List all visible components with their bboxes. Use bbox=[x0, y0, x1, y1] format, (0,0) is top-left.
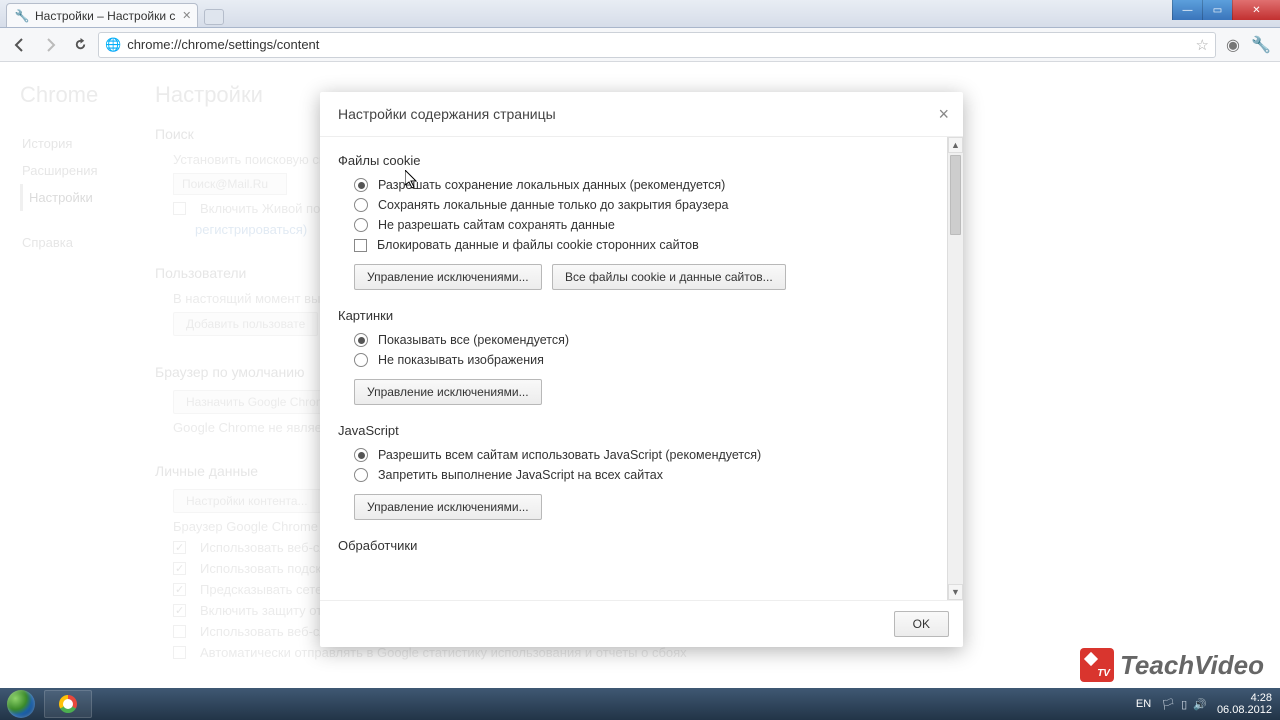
js-heading: JavaScript bbox=[338, 423, 945, 438]
language-indicator[interactable]: EN bbox=[1136, 698, 1151, 710]
radio-icon bbox=[354, 178, 368, 192]
taskbar-chrome[interactable] bbox=[44, 690, 92, 718]
network-icon: ▯ bbox=[1181, 698, 1187, 711]
time-text: 4:28 bbox=[1217, 692, 1272, 704]
radio-icon bbox=[354, 353, 368, 367]
bookmark-star-icon[interactable]: ☆ bbox=[1196, 36, 1209, 54]
back-button[interactable] bbox=[8, 33, 32, 57]
chrome-icon bbox=[59, 695, 77, 713]
scroll-up-icon[interactable]: ▲ bbox=[948, 137, 963, 153]
clock[interactable]: 4:28 06.08.2012 bbox=[1217, 692, 1272, 716]
dialog-header: Настройки содержания страницы × bbox=[320, 92, 963, 136]
ok-button[interactable]: OK bbox=[894, 611, 949, 637]
tab-close-icon[interactable]: ✕ bbox=[182, 9, 191, 22]
dialog-body: Файлы cookie Разрешать сохранение локаль… bbox=[320, 136, 963, 601]
start-button[interactable] bbox=[0, 688, 42, 720]
images-show-radio[interactable]: Показывать все (рекомендуется) bbox=[354, 333, 945, 347]
scroll-track[interactable] bbox=[948, 153, 963, 584]
tab-title: Настройки – Настройки с bbox=[35, 9, 175, 23]
javascript-section: JavaScript Разрешить всем сайтам использ… bbox=[338, 423, 945, 520]
content-settings-dialog: Настройки содержания страницы × Файлы co… bbox=[320, 92, 963, 647]
cookies-session-radio[interactable]: Сохранять локальные данные только до зак… bbox=[354, 198, 945, 212]
block-third-party-checkbox[interactable]: Блокировать данные и файлы cookie сторон… bbox=[354, 238, 945, 252]
cookies-heading: Файлы cookie bbox=[338, 153, 945, 168]
teachvideo-watermark: TeachVideo bbox=[1080, 648, 1264, 682]
window-titlebar: 🔧 Настройки – Настройки с ✕ — ▭ ✕ bbox=[0, 0, 1280, 28]
handlers-heading: Обработчики bbox=[338, 538, 945, 553]
windows-logo-icon bbox=[7, 690, 35, 718]
dialog-close-button[interactable]: × bbox=[938, 104, 949, 125]
window-close-button[interactable]: ✕ bbox=[1232, 0, 1280, 20]
volume-icon: 🔊 bbox=[1193, 698, 1207, 711]
cookies-section: Файлы cookie Разрешать сохранение локаль… bbox=[338, 153, 945, 290]
minimize-button[interactable]: — bbox=[1172, 0, 1202, 20]
reload-icon bbox=[73, 37, 88, 52]
arrow-left-icon bbox=[12, 37, 28, 53]
globe-icon: 🌐 bbox=[105, 37, 121, 53]
cookies-exceptions-button[interactable]: Управление исключениями... bbox=[354, 264, 542, 290]
scroll-thumb[interactable] bbox=[950, 155, 961, 235]
images-hide-radio[interactable]: Не показывать изображения bbox=[354, 353, 945, 367]
forward-button[interactable] bbox=[38, 33, 62, 57]
teachvideo-logo-icon bbox=[1080, 648, 1114, 682]
browser-toolbar: 🌐 chrome://chrome/settings/content ☆ ◉ 🔧 bbox=[0, 28, 1280, 62]
arrow-right-icon bbox=[42, 37, 58, 53]
js-exceptions-button[interactable]: Управление исключениями... bbox=[354, 494, 542, 520]
cookies-block-radio[interactable]: Не разрешать сайтам сохранять данные bbox=[354, 218, 945, 232]
js-block-radio[interactable]: Запретить выполнение JavaScript на всех … bbox=[354, 468, 945, 482]
reload-button[interactable] bbox=[68, 33, 92, 57]
all-cookies-button[interactable]: Все файлы cookie и данные сайтов... bbox=[552, 264, 786, 290]
dialog-footer: OK bbox=[320, 601, 963, 647]
radio-icon bbox=[354, 468, 368, 482]
wrench-menu-icon[interactable]: 🔧 bbox=[1250, 34, 1272, 56]
flag-icon: 🏳 bbox=[1161, 698, 1175, 711]
handlers-section: Обработчики bbox=[338, 538, 945, 553]
dialog-scrollbar[interactable]: ▲ ▼ bbox=[947, 137, 963, 600]
system-tray: EN 🏳 ▯ 🔊 4:28 06.08.2012 bbox=[1136, 692, 1280, 716]
js-allow-radio[interactable]: Разрешить всем сайтам использовать JavaS… bbox=[354, 448, 945, 462]
images-exceptions-button[interactable]: Управление исключениями... bbox=[354, 379, 542, 405]
window-controls: — ▭ ✕ bbox=[1172, 0, 1280, 20]
images-section: Картинки Показывать все (рекомендуется) … bbox=[338, 308, 945, 405]
watermark-text: TeachVideo bbox=[1120, 650, 1264, 681]
dialog-title: Настройки содержания страницы bbox=[338, 106, 556, 122]
radio-icon bbox=[354, 218, 368, 232]
windows-taskbar: EN 🏳 ▯ 🔊 4:28 06.08.2012 bbox=[0, 688, 1280, 720]
scroll-down-icon[interactable]: ▼ bbox=[948, 584, 963, 600]
tray-icons[interactable]: 🏳 ▯ 🔊 bbox=[1161, 698, 1207, 711]
new-tab-button[interactable] bbox=[204, 9, 224, 25]
radio-icon bbox=[354, 333, 368, 347]
date-text: 06.08.2012 bbox=[1217, 704, 1272, 716]
maximize-button[interactable]: ▭ bbox=[1202, 0, 1232, 20]
address-bar[interactable]: 🌐 chrome://chrome/settings/content ☆ bbox=[98, 32, 1216, 58]
url-text: chrome://chrome/settings/content bbox=[127, 37, 319, 52]
wrench-icon: 🔧 bbox=[15, 9, 29, 23]
radio-icon bbox=[354, 198, 368, 212]
browser-tab[interactable]: 🔧 Настройки – Настройки с ✕ bbox=[6, 3, 198, 27]
checkbox-icon bbox=[354, 239, 367, 252]
user-icon[interactable]: ◉ bbox=[1222, 34, 1244, 56]
radio-icon bbox=[354, 448, 368, 462]
images-heading: Картинки bbox=[338, 308, 945, 323]
cookies-allow-radio[interactable]: Разрешать сохранение локальных данных (р… bbox=[354, 178, 945, 192]
